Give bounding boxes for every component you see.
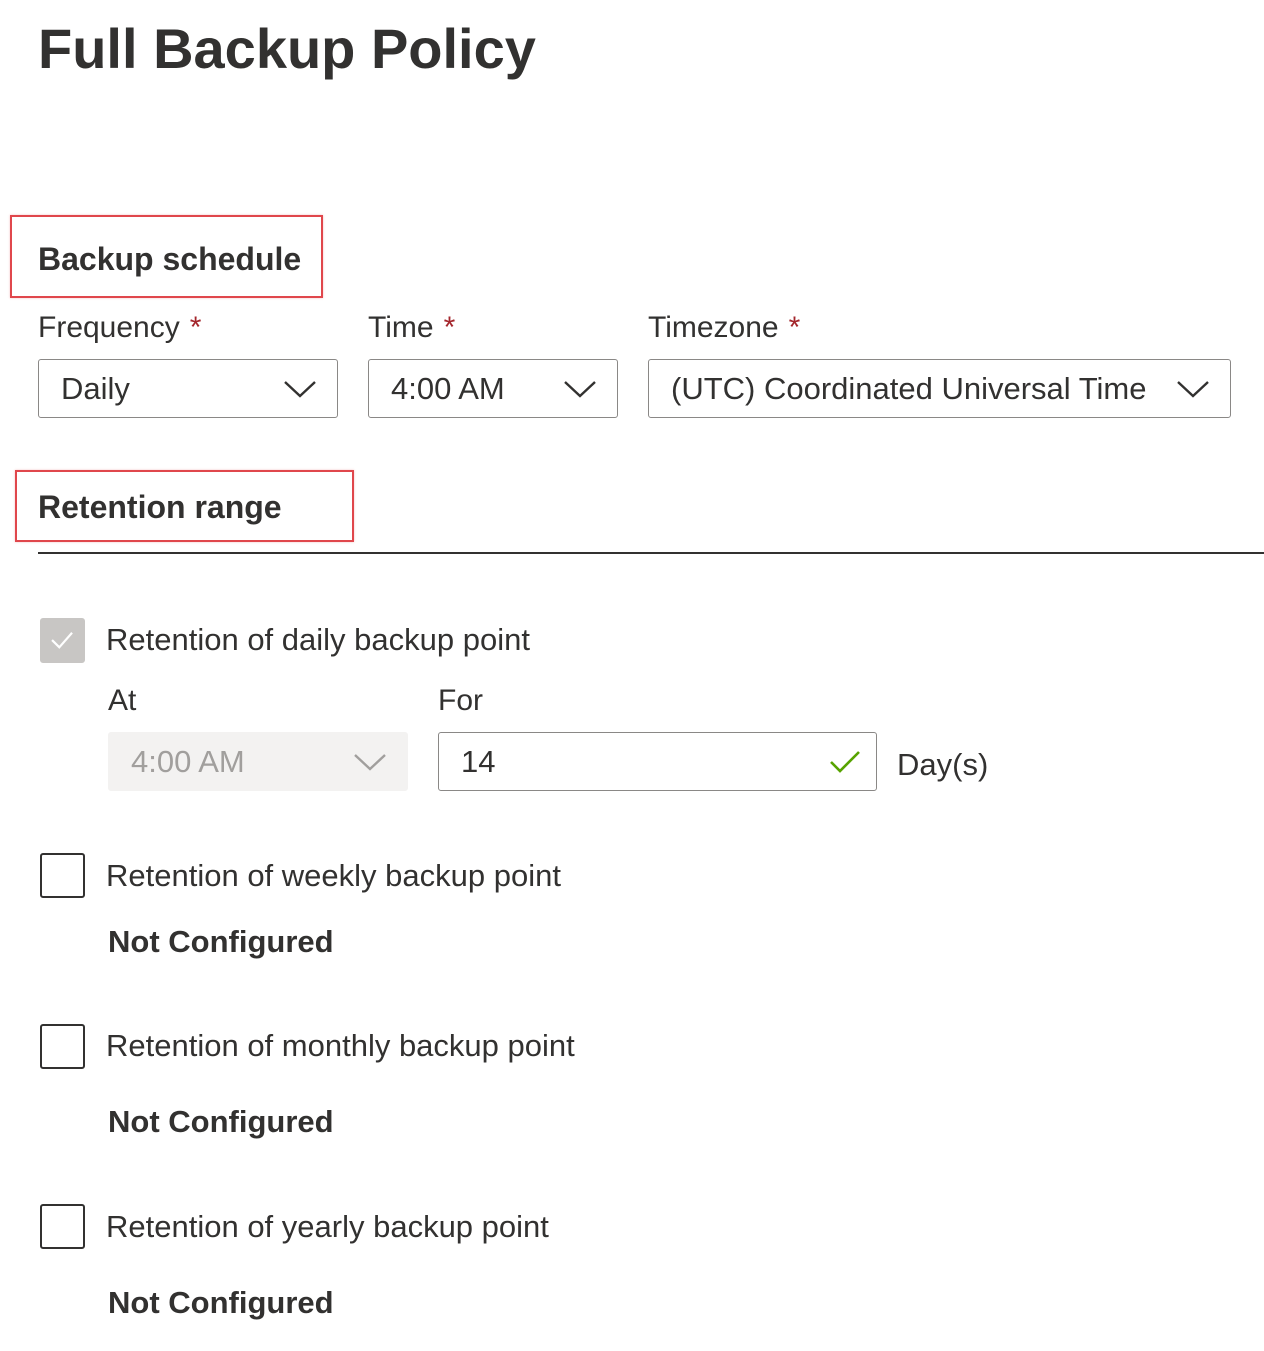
- frequency-dropdown[interactable]: Daily: [38, 359, 338, 418]
- checkmark-icon: [51, 632, 73, 649]
- monthly-retention-checkbox[interactable]: [40, 1024, 85, 1069]
- chevron-down-icon: [1177, 380, 1209, 398]
- daily-for-value: 14: [461, 743, 496, 779]
- daily-at-value: 4:00 AM: [131, 743, 245, 779]
- yearly-retention-checkbox[interactable]: [40, 1204, 85, 1249]
- timezone-label: Timezone *: [648, 309, 800, 347]
- chevron-down-icon: [354, 753, 386, 771]
- weekly-status: Not Configured: [108, 924, 334, 959]
- timezone-dropdown[interactable]: (UTC) Coordinated Universal Time: [648, 359, 1231, 418]
- frequency-label: Frequency *: [38, 309, 201, 347]
- time-label-text: Time: [368, 311, 434, 344]
- page-title: Full Backup Policy: [38, 17, 536, 80]
- timezone-label-text: Timezone: [648, 311, 779, 344]
- weekly-retention-checkbox[interactable]: [40, 853, 85, 898]
- required-marker: *: [189, 311, 202, 344]
- daily-at-label: At: [108, 684, 137, 717]
- time-value: 4:00 AM: [391, 370, 505, 406]
- backup-policy-page: Full Backup Policy Backup schedule Frequ…: [0, 0, 1264, 1351]
- daily-retention-checkbox[interactable]: [40, 618, 85, 663]
- monthly-status: Not Configured: [108, 1104, 334, 1139]
- daily-for-suffix: Day(s): [897, 747, 989, 782]
- required-marker: *: [788, 311, 801, 344]
- checkmark-icon: [830, 750, 860, 773]
- required-marker: *: [443, 311, 456, 344]
- daily-for-input[interactable]: 14: [438, 732, 877, 791]
- retention-range-heading: Retention range: [38, 489, 282, 525]
- daily-for-label: For: [438, 684, 483, 717]
- section-divider: [38, 552, 1264, 554]
- time-label: Time *: [368, 309, 455, 347]
- frequency-value: Daily: [61, 370, 130, 406]
- chevron-down-icon: [564, 380, 596, 398]
- timezone-value: (UTC) Coordinated Universal Time: [671, 370, 1147, 406]
- chevron-down-icon: [284, 380, 316, 398]
- daily-retention-label: Retention of daily backup point: [106, 622, 530, 657]
- weekly-retention-label: Retention of weekly backup point: [106, 858, 561, 893]
- yearly-status: Not Configured: [108, 1285, 334, 1320]
- monthly-retention-label: Retention of monthly backup point: [106, 1028, 575, 1063]
- backup-schedule-heading: Backup schedule: [38, 241, 302, 277]
- yearly-retention-label: Retention of yearly backup point: [106, 1209, 549, 1244]
- frequency-label-text: Frequency: [38, 311, 180, 344]
- time-dropdown[interactable]: 4:00 AM: [368, 359, 618, 418]
- daily-at-dropdown: 4:00 AM: [108, 732, 408, 791]
